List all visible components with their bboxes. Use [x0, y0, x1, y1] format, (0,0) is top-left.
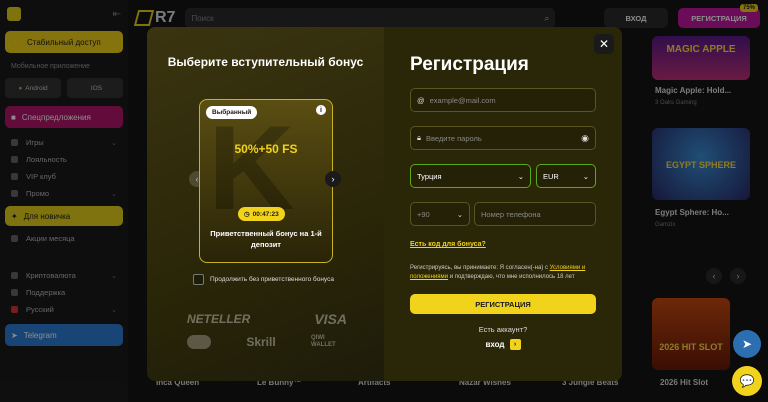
info-icon[interactable]: i [316, 105, 326, 115]
submit-registration-button[interactable]: РЕГИСТРАЦИЯ [410, 294, 596, 314]
visa-logo: VISA [314, 311, 347, 327]
bonus-timer-value: 00:47:23 [252, 210, 279, 218]
login-link[interactable]: вход › [384, 339, 622, 350]
page-root: ⇤ ⚡ Стабильный доступ Мобильное приложен… [0, 0, 768, 402]
clock-icon: ◷ [244, 211, 250, 218]
registration-modal: Выберите вступительный бонус ‹ K Выбранн… [147, 27, 622, 381]
no-bonus-option[interactable]: Продолжить без приветственного бонуса [193, 274, 334, 285]
payment-logos-row-1: NETELLER VISA [187, 311, 347, 327]
payment-logos-row-2: Skrill QIWI WALLET [187, 335, 347, 349]
bonus-description: Приветственный бонус на 1-й депозит [210, 229, 322, 249]
chevron-down-icon: ⌄ [582, 171, 589, 181]
skrill-logo: Skrill [246, 335, 276, 349]
chevron-down-icon: ⌄ [456, 209, 463, 219]
arrow-right-icon: › [509, 339, 521, 350]
promo-code-link[interactable]: Есть код для бонуса? [410, 241, 486, 248]
email-placeholder: example@mail.com [429, 95, 496, 105]
email-field[interactable]: @ example@mail.com [410, 88, 596, 112]
registration-title: Регистрация [410, 54, 529, 75]
bonus-next-arrow-icon[interactable]: › [325, 171, 341, 187]
password-field[interactable]: 🔒︎ Введите пароль ◉ [410, 126, 596, 150]
neteller-logo: NETELLER [187, 312, 251, 326]
chevron-down-icon: ⌄ [517, 171, 524, 181]
phone-placeholder: Номер телефона [481, 209, 541, 219]
login-link-label: вход [485, 340, 505, 349]
terms-prefix: Регистрируясь, вы принимаете: Я согласен… [410, 265, 550, 271]
selected-pill: Выбранный [206, 106, 258, 119]
no-bonus-label: Продолжить без приветственного бонуса [210, 276, 334, 283]
password-placeholder: Введите пароль [426, 133, 482, 143]
bonus-card[interactable]: K Выбранный i 50%+50 FS ◷ 00:47:23 Приве… [199, 99, 333, 263]
country-value: Турция [417, 171, 442, 181]
chat-fab-icon[interactable]: 💬 [732, 366, 762, 396]
terms-text: Регистрируясь, вы принимаете: Я согласен… [410, 264, 598, 282]
currency-select[interactable]: EUR ⌄ [536, 164, 596, 188]
registration-panel: ✕ Регистрация @ example@mail.com 🔒︎ Введ… [384, 27, 622, 381]
bonus-timer: ◷ 00:47:23 [238, 207, 285, 221]
close-icon[interactable]: ✕ [594, 34, 614, 54]
at-icon: @ [417, 95, 425, 105]
phone-field[interactable]: Номер телефона [474, 202, 596, 226]
phone-code-select[interactable]: +90 ⌄ [410, 202, 470, 226]
terms-suffix: и подтверждаю, что мне исполнилось 18 ле… [448, 274, 575, 280]
eye-icon[interactable]: ◉ [581, 133, 589, 144]
has-account-text: Есть аккаунт? [478, 325, 528, 334]
telegram-fab-icon[interactable]: ➤ [733, 330, 761, 358]
lock-icon: 🔒︎ [417, 133, 421, 142]
no-bonus-checkbox[interactable] [193, 274, 204, 285]
bonus-panel: Выберите вступительный бонус ‹ K Выбранн… [147, 27, 384, 381]
country-select[interactable]: Турция ⌄ [410, 164, 531, 188]
phone-code-value: +90 [417, 209, 430, 219]
mastercard-logo-icon [187, 335, 211, 349]
qiwi-logo: QIWI WALLET [310, 335, 336, 348]
bonus-panel-title: Выберите вступительный бонус [167, 55, 364, 69]
currency-value: EUR [543, 171, 559, 181]
bonus-offer: 50%+50 FS [234, 142, 298, 156]
